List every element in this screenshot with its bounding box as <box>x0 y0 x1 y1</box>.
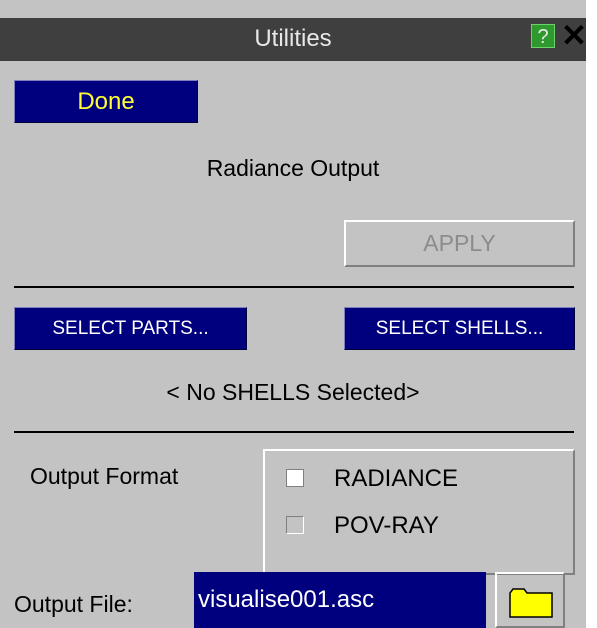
apply-button[interactable]: APPLY <box>344 220 575 267</box>
selection-status: < No SHELLS Selected> <box>166 379 420 405</box>
title-bar[interactable]: Utilities <box>0 18 586 61</box>
output-file-input[interactable] <box>194 572 486 628</box>
utilities-panel: Utilities ? ✕ Done Radiance Output APPLY… <box>0 0 587 628</box>
help-button[interactable]: ? <box>531 24 555 48</box>
select-parts-button[interactable]: SELECT PARTS... <box>14 307 247 350</box>
radiance-option-label[interactable]: RADIANCE <box>334 465 458 493</box>
output-file-label: Output File: <box>14 591 133 617</box>
select-shells-button[interactable]: SELECT SHELLS... <box>344 307 575 350</box>
pov-ray-checkbox[interactable] <box>286 516 304 534</box>
folder-icon <box>509 588 553 618</box>
done-button[interactable]: Done <box>14 80 198 123</box>
radiance-checkbox[interactable] <box>286 469 304 487</box>
divider <box>14 431 574 433</box>
section-heading: Radiance Output <box>206 155 380 181</box>
divider <box>14 286 574 288</box>
window-title: Utilities <box>254 25 332 52</box>
output-format-label: Output Format <box>30 463 179 489</box>
close-button[interactable]: ✕ <box>561 20 587 51</box>
browse-folder-button[interactable] <box>495 572 565 628</box>
pov-ray-option-label[interactable]: POV-RAY <box>334 512 439 540</box>
